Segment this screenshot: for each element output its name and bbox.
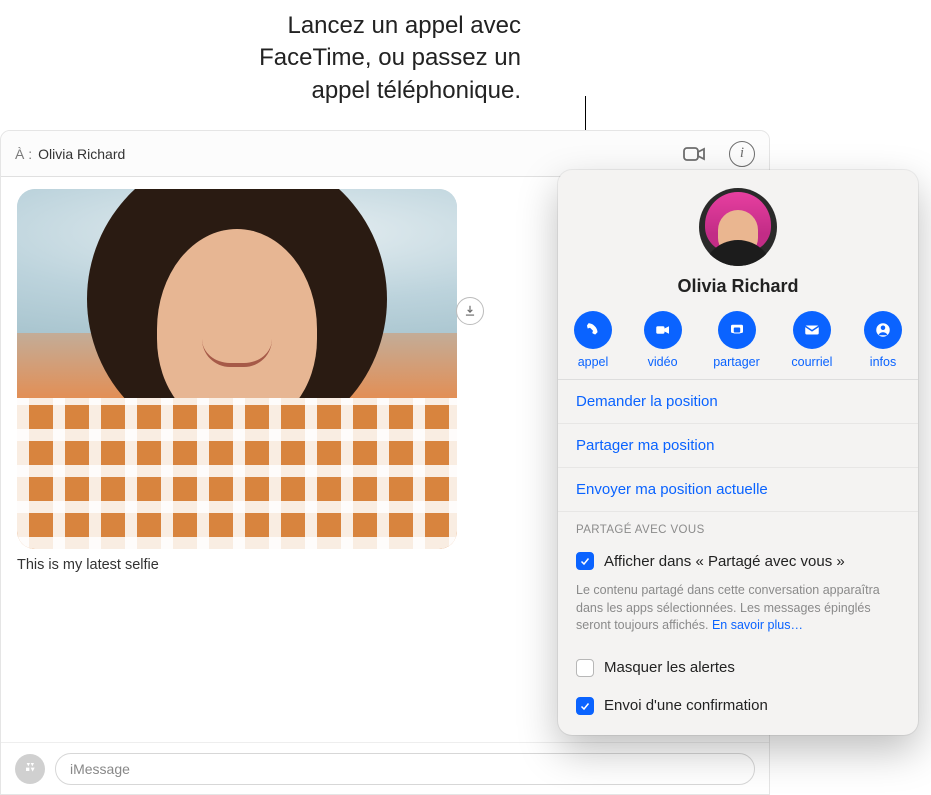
to-label: À : bbox=[15, 146, 32, 162]
contact-avatar[interactable] bbox=[699, 188, 777, 266]
message-input[interactable]: iMessage bbox=[55, 753, 755, 785]
incoming-message-text: This is my latest selfie bbox=[17, 557, 457, 573]
incoming-photo-message[interactable]: This is my latest selfie bbox=[17, 189, 457, 573]
phone-icon bbox=[574, 311, 612, 349]
action-label: partager bbox=[713, 355, 760, 369]
annotation-line: appel téléphonique. bbox=[311, 77, 521, 104]
checkbox-label: Envoi d'une confirmation bbox=[604, 697, 768, 714]
checkbox-label: Afficher dans « Partagé avec vous » bbox=[604, 553, 845, 570]
annotation-line: FaceTime, ou passez un bbox=[259, 44, 521, 71]
row-show-in-shared[interactable]: Afficher dans « Partagé avec vous » bbox=[558, 542, 918, 580]
action-mail[interactable]: courriel bbox=[791, 311, 832, 369]
selfie-image bbox=[17, 189, 457, 549]
message-composer: iMessage bbox=[1, 742, 769, 794]
action-video[interactable]: vidéo bbox=[644, 311, 682, 369]
screenshare-icon bbox=[718, 311, 756, 349]
popover-caret bbox=[876, 170, 901, 183]
action-share[interactable]: partager bbox=[713, 311, 760, 369]
action-label: appel bbox=[578, 355, 609, 369]
row-hide-alerts[interactable]: Masquer les alertes bbox=[558, 649, 918, 687]
facetime-video-icon[interactable] bbox=[681, 141, 707, 167]
contact-actions-row: appel vidéo partager courriel infos bbox=[558, 297, 918, 379]
action-call[interactable]: appel bbox=[574, 311, 612, 369]
person-icon bbox=[864, 311, 902, 349]
link-request-location[interactable]: Demander la position bbox=[558, 380, 918, 424]
row-send-receipt[interactable]: Envoi d'une confirmation bbox=[558, 687, 918, 725]
details-info-icon[interactable] bbox=[729, 141, 755, 167]
shared-section-title: PARTAGÉ AVEC VOUS bbox=[558, 512, 918, 542]
action-label: infos bbox=[870, 355, 896, 369]
contact-details-popover: Olivia Richard appel vidéo partager cour… bbox=[558, 170, 918, 735]
mail-icon bbox=[793, 311, 831, 349]
checkbox-hide-alerts[interactable] bbox=[576, 659, 594, 677]
action-info[interactable]: infos bbox=[864, 311, 902, 369]
checkbox-send-receipt[interactable] bbox=[576, 697, 594, 715]
apps-button[interactable] bbox=[15, 754, 45, 784]
shared-description: Le contenu partagé dans cette conversati… bbox=[558, 580, 918, 649]
contact-name: Olivia Richard bbox=[558, 276, 918, 297]
action-label: courriel bbox=[791, 355, 832, 369]
learn-more-link[interactable]: En savoir plus… bbox=[712, 618, 803, 632]
recipient-name[interactable]: Olivia Richard bbox=[38, 146, 125, 162]
annotation-callout: Lancez un appel avec FaceTime, ou passez… bbox=[0, 10, 931, 107]
checkbox-show-in-shared[interactable] bbox=[576, 552, 594, 570]
video-icon bbox=[644, 311, 682, 349]
link-send-current-location[interactable]: Envoyer ma position actuelle bbox=[558, 468, 918, 512]
link-share-my-location[interactable]: Partager ma position bbox=[558, 424, 918, 468]
download-attachment-icon[interactable] bbox=[456, 297, 484, 325]
annotation-line: Lancez un appel avec bbox=[287, 12, 521, 39]
message-input-placeholder: iMessage bbox=[70, 761, 130, 777]
popover-list: Demander la position Partager ma positio… bbox=[558, 379, 918, 735]
action-label: vidéo bbox=[648, 355, 678, 369]
checkbox-label: Masquer les alertes bbox=[604, 659, 735, 676]
